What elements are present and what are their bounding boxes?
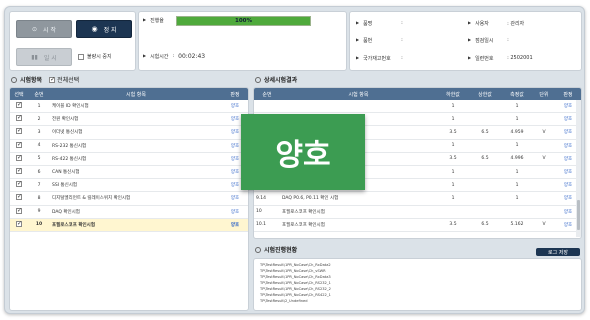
table-row[interactable]: 1 1 양호 [254, 100, 581, 114]
col-select: 선택 [10, 88, 28, 100]
test-items-table: 선택 순번 시험 항목 판정 ✓ 1 케이블 ID 확인시험 양호 ✓ 2 전원 확인시험… [10, 88, 248, 232]
table-row[interactable]: ✓ 9 DAQ 확인시험 양호 [10, 205, 248, 219]
pause-icon: ▮▮ [31, 53, 38, 61]
log-title: 시험진행현황 [264, 247, 298, 254]
stop-on-fail-label: 불량시 중지 [87, 54, 112, 60]
col-result: 판정 [555, 88, 581, 100]
row-checkbox[interactable]: ✓ [16, 180, 22, 188]
col-test-item: 시험 항목 [280, 88, 437, 100]
table-row[interactable]: 9.14 DAQ P0.6, P0.11 확인 시험 1 1 양호 [254, 191, 581, 206]
col-result: 판정 [222, 88, 248, 100]
app-window: ⊙ 시 작 ◉ 정 지 ▮▮ 일 시 불량시 중지 ▶ 진행율 100% ▶ 시… [4, 6, 585, 314]
info-field: ▶ 점검일시 : [468, 37, 509, 44]
log-header: 시험진행현황 [255, 245, 297, 254]
arrow-icon: ▶ [468, 55, 472, 60]
row-checkbox[interactable]: ✓ [16, 193, 22, 201]
col-measured: 측정값 [501, 88, 533, 100]
row-checkbox[interactable]: ✓ [16, 127, 22, 135]
col-lower-limit: 하한값 [437, 88, 469, 100]
arrow-icon: ▶ [143, 53, 147, 58]
arrow-icon: ▶ [356, 20, 360, 25]
row-checkbox[interactable]: ✓ [16, 207, 22, 214]
stop-icon: ◉ [91, 25, 98, 33]
table-row[interactable]: ✓ 7 SSI 통신시험 양호 [10, 178, 248, 193]
row-checkbox[interactable]: ✓ [16, 101, 22, 109]
arrow-icon: ▶ [356, 37, 360, 42]
arrow-icon: ▶ [468, 20, 472, 25]
detail-scrollbar[interactable] [576, 100, 581, 237]
select-all-option[interactable]: ✓ 전체선택 [49, 75, 79, 84]
table-row[interactable]: 10 포필로스코프 확인시험 양호 [254, 205, 581, 219]
save-log-button[interactable]: 로그 저장 [536, 248, 580, 256]
info-field: ▶ 사용자 : 관리자 [468, 20, 525, 27]
table-header-row: 순번 시험 항목 하한값 상한값 측정값 단위 판정 [254, 88, 581, 100]
table-row[interactable]: ✓ 6 CAN 통신시험 양호 [10, 165, 248, 180]
info-field: ▶ 품번 : [356, 37, 403, 44]
stop-button-label: 정 지 [103, 26, 117, 34]
arrow-icon: ▶ [356, 55, 360, 60]
arrow-icon: ▶ [468, 37, 472, 42]
detail-results-title: 상세시험결과 [264, 77, 298, 84]
select-all-checkbox[interactable]: ✓ [49, 76, 55, 83]
log-line: TP\TestResult\2_Undefined [260, 299, 308, 303]
table-row[interactable]: ✓ 4 RS-232 통신시험 양호 [10, 139, 248, 153]
col-number: 순번 [28, 88, 50, 100]
info-field: ▶ 품명 : [356, 20, 403, 27]
test-time-label: 시험시간 [150, 54, 169, 60]
test-time-row: ▶ 시험시간 : 00:02:43 [143, 53, 206, 60]
row-checkbox[interactable]: ✓ [16, 154, 22, 161]
radio-icon [255, 76, 261, 83]
info-field: ▶ 일련번호 : 2502001 [468, 55, 533, 62]
progress-percent: 100% [235, 18, 252, 24]
col-upper-limit: 상한값 [469, 88, 501, 100]
play-icon: ⊙ [32, 25, 38, 33]
table-row[interactable]: ✓ 1 케이블 ID 확인시험 양호 [10, 100, 248, 114]
table-row[interactable]: ✓ 8 디지털엘리먼트 & 릴레이스위치 확인시험 양호 [10, 191, 248, 206]
table-row[interactable]: ✓ 5 RS-422 통신시험 양호 [10, 152, 248, 166]
progress-label: 진행율 [150, 18, 164, 24]
progress-bar: 100% [176, 16, 311, 26]
table-header-row: 선택 순번 시험 항목 판정 [10, 88, 248, 100]
detail-scrollbar-thumb[interactable] [577, 200, 580, 230]
test-items-header: 시험항목 ✓ 전체선택 [11, 75, 79, 84]
control-panel: ⊙ 시 작 ◉ 정 지 ▮▮ 일 시 불량시 중지 [9, 11, 136, 71]
info-panel: ▶ 품명 : ▶ 품번 : ▶ 국가재고번호 : ▶ 사용자 : 관리자 ▶ 점… [349, 11, 582, 71]
test-items-panel: 선택 순번 시험 항목 판정 ✓ 1 케이블 ID 확인시험 양호 ✓ 2 전원 확인시험… [9, 87, 249, 311]
log-panel: TP\TestResult\1PR_NoCase\Ch_RxData2 TP\T… [253, 258, 582, 311]
pause-button[interactable]: ▮▮ 일 시 [16, 48, 72, 66]
arrow-icon: ▶ [143, 17, 147, 22]
select-all-label: 전체선택 [57, 77, 80, 84]
pass-result-overlay: 양호 [241, 114, 365, 190]
test-items-title: 시험항목 [20, 77, 43, 84]
progress-panel: ▶ 진행율 100% ▶ 시험시간 : 00:02:43 [138, 11, 347, 71]
row-checkbox[interactable]: ✓ [16, 167, 22, 175]
table-row[interactable]: 10.1 포필로스코프 확인시험 3.5 6.5 5.162 V 양호 [254, 218, 581, 232]
row-checkbox[interactable]: ✓ [16, 220, 22, 227]
radio-icon [255, 246, 261, 253]
col-unit: 단위 [533, 88, 555, 100]
detail-results-header: 상세시험결과 [255, 75, 297, 84]
table-row[interactable]: ✓ 3 이더넷 통신시험 양호 [10, 125, 248, 140]
stop-button[interactable]: ◉ 정 지 [76, 20, 132, 38]
log-list: TP\TestResult\1PR_NoCase\Ch_RxData2 TP\T… [254, 259, 581, 307]
col-number: 순번 [254, 88, 280, 100]
stop-on-fail-checkbox[interactable] [78, 53, 84, 60]
row-checkbox[interactable]: ✓ [16, 114, 22, 122]
table-row[interactable]: ✓ 2 전원 확인시험 양호 [10, 112, 248, 127]
stop-on-fail-option[interactable]: 불량시 중지 [78, 53, 112, 60]
pause-button-label: 일 시 [43, 54, 57, 62]
start-button[interactable]: ⊙ 시 작 [16, 20, 72, 38]
radio-icon [11, 76, 17, 83]
row-checkbox[interactable]: ✓ [16, 141, 22, 148]
test-time-value: 00:02:43 [178, 53, 206, 60]
start-button-label: 시 작 [43, 26, 56, 34]
col-test-item: 시험 항목 [50, 88, 222, 100]
table-row-selected[interactable]: ✓ 10 포필로스코프 확인시험 양호 [10, 218, 248, 232]
info-field: ▶ 국가재고번호 : [356, 55, 403, 62]
progress-row: ▶ 진행율 [143, 17, 164, 24]
